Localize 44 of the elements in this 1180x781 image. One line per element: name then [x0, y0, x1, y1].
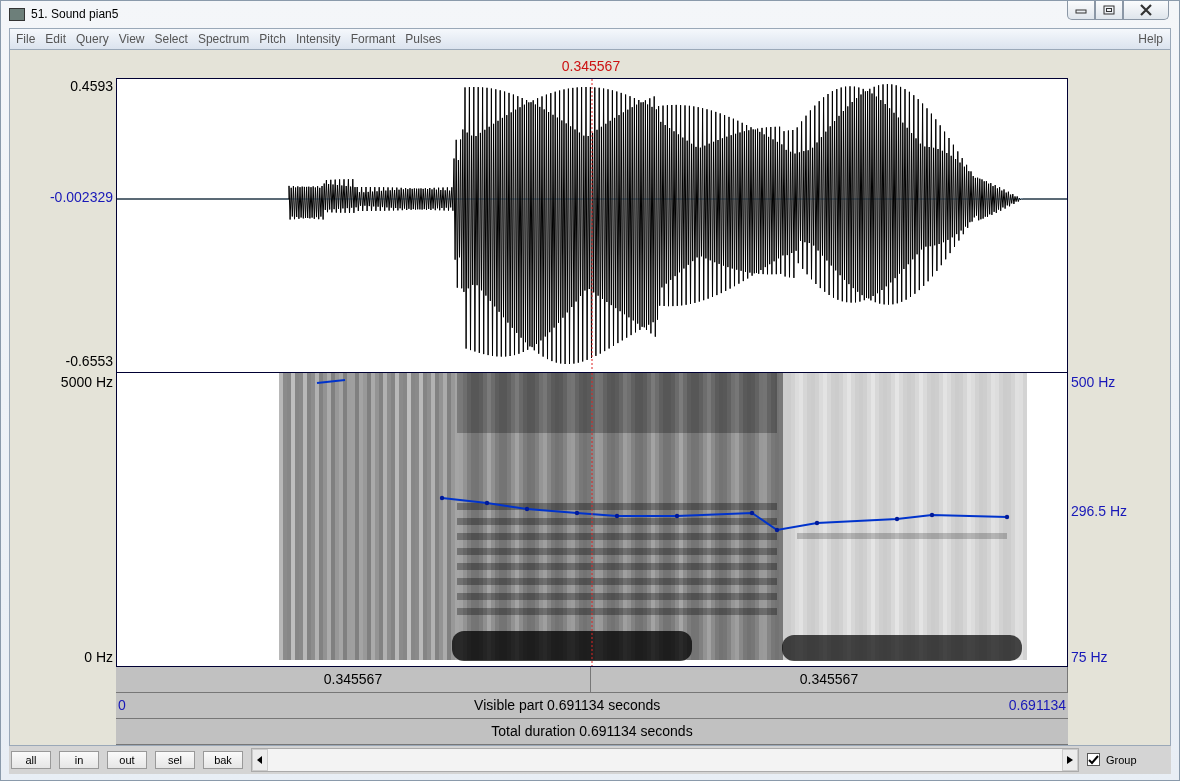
zoom-button[interactable]: all — [11, 750, 51, 769]
axis-max-label: 0.4593 — [70, 77, 113, 94]
menu-item[interactable]: Select — [154, 31, 195, 46]
close-icon — [1139, 4, 1153, 16]
scrollbar[interactable] — [251, 747, 1079, 772]
menu-item[interactable]: File — [16, 31, 43, 46]
maximize-button[interactable] — [1095, 1, 1123, 20]
total-duration-bar[interactable]: Total duration 0.691134 seconds — [116, 718, 1068, 745]
axis-min-label: -0.6553 — [65, 352, 113, 369]
menu-item[interactable]: Edit — [45, 31, 74, 46]
window-icon — [9, 7, 25, 21]
minimize-icon — [1075, 6, 1087, 14]
pitch-min-label: 75 Hz — [1071, 648, 1109, 665]
end-time: 0.691134 — [1008, 697, 1066, 713]
pitch-value-label: 296.5 Hz — [1071, 502, 1129, 519]
visible-part-bar[interactable]: 0 Visible part 0.691134 seconds 0.691134 — [116, 692, 1068, 719]
menu-item[interactable]: Spectrum — [197, 31, 257, 46]
zoom-button[interactable]: in — [59, 750, 99, 769]
menu-item[interactable]: Pulses — [405, 31, 449, 46]
frequency-min-label: 0 Hz — [84, 648, 113, 665]
scroll-left-icon[interactable] — [252, 748, 268, 771]
start-time: 0 — [118, 697, 126, 713]
menu-item[interactable]: Help — [1138, 31, 1170, 46]
maximize-icon — [1103, 5, 1115, 15]
axis-zero-label: -0.002329 — [49, 188, 113, 205]
visible-part-label: Visible part 0.691134 seconds — [474, 697, 661, 713]
menu-item[interactable]: Query — [76, 31, 116, 46]
total-duration-label: Total duration 0.691134 seconds — [491, 723, 693, 739]
window-title: 51. Sound pian5 — [31, 7, 119, 22]
menu-item[interactable]: Intensity — [295, 31, 348, 46]
group-checkbox[interactable] — [1087, 753, 1100, 767]
close-button[interactable] — [1123, 1, 1169, 20]
spectrogram-panel[interactable] — [116, 371, 1068, 667]
scroll-right-icon[interactable] — [1062, 748, 1078, 771]
frequency-max-label: 5000 Hz — [60, 373, 113, 390]
menu-item[interactable]: Formant — [350, 31, 403, 46]
menu-item[interactable]: View — [118, 31, 152, 46]
group-label: Group — [1106, 753, 1137, 766]
zoom-button[interactable]: sel — [155, 750, 195, 769]
zoom-button[interactable]: bak — [203, 750, 243, 769]
cursor-time: 0.345567 — [561, 57, 621, 74]
zoom-button[interactable]: out — [107, 750, 147, 769]
pitch-max-label: 500 Hz — [1071, 373, 1117, 390]
menu-item[interactable]: Pitch — [259, 31, 293, 46]
